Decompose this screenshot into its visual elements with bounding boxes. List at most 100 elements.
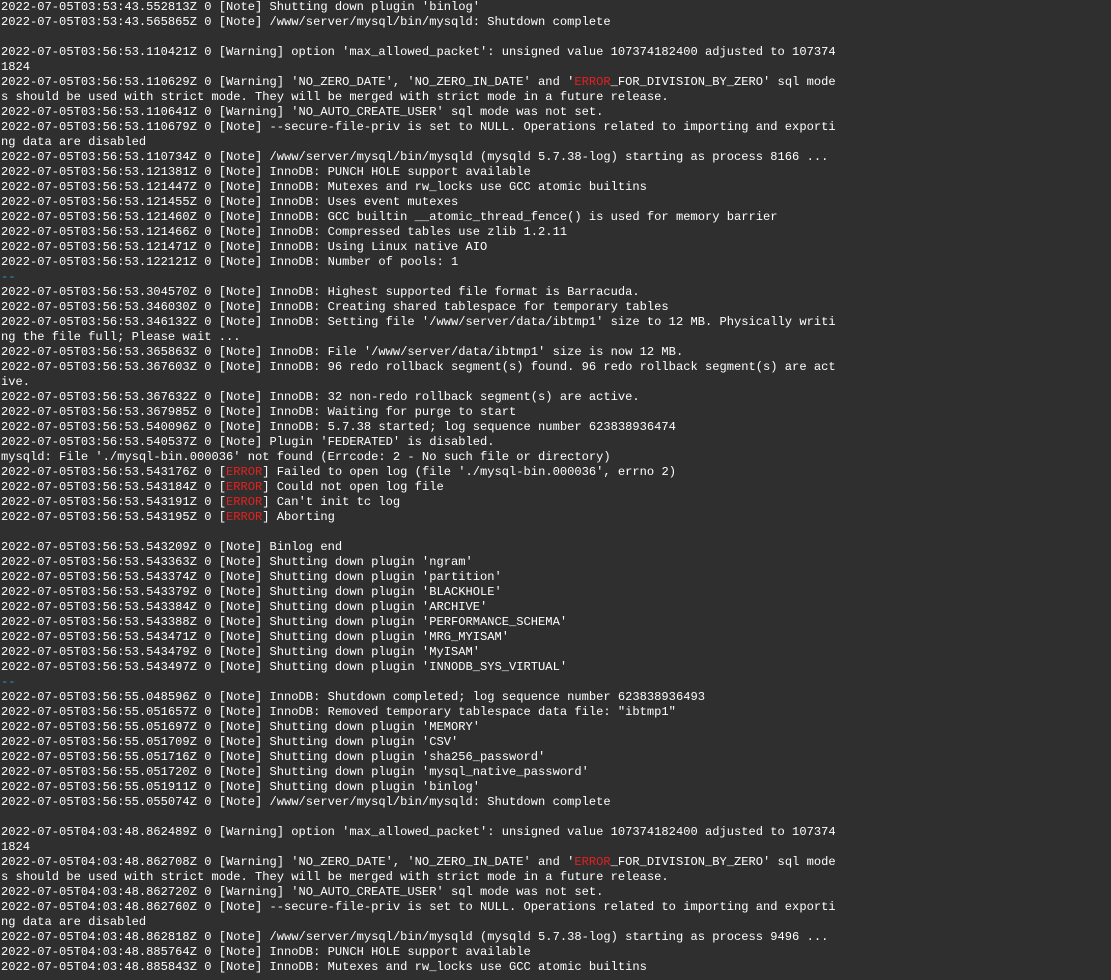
log-line: 2022-07-05T03:53:43.565865Z 0 [Note] /ww… [0,15,1111,30]
log-line: 2022-07-05T03:56:55.051720Z 0 [Note] Shu… [0,765,1111,780]
log-text: 2022-07-05T03:56:55.048596Z 0 [Note] Inn… [1,690,705,704]
log-line: 2022-07-05T03:56:53.121455Z 0 [Note] Inn… [0,195,1111,210]
log-line: 2022-07-05T03:56:53.121466Z 0 [Note] Inn… [0,225,1111,240]
log-line: 2022-07-05T03:56:53.543388Z 0 [Note] Shu… [0,615,1111,630]
log-text: 2022-07-05T03:56:53.543384Z 0 [Note] Shu… [1,600,488,614]
log-text: ng the file full; Please wait ... [1,330,241,344]
log-line: ng the file full; Please wait ... [0,330,1111,345]
log-line: 2022-07-05T03:56:55.051697Z 0 [Note] Shu… [0,720,1111,735]
log-line: 2022-07-05T04:03:48.862489Z 0 [Warning] … [0,825,1111,840]
log-line: 2022-07-05T03:56:53.121460Z 0 [Note] Inn… [0,210,1111,225]
log-line: 2022-07-05T03:56:55.048596Z 0 [Note] Inn… [0,690,1111,705]
log-line: 2022-07-05T03:56:53.543195Z 0 [ERROR] Ab… [0,510,1111,525]
log-text: 2022-07-05T03:56:53.540096Z 0 [Note] Inn… [1,420,676,434]
log-text: _FOR_DIVISION_BY_ZERO' sql mode [610,75,836,89]
log-line: 2022-07-05T04:03:48.885843Z 0 [Note] Inn… [0,960,1111,975]
error-keyword: ERROR [225,510,263,524]
log-line: 2022-07-05T03:56:53.543374Z 0 [Note] Shu… [0,570,1111,585]
error-keyword: ERROR [574,855,611,869]
log-text: 2022-07-05T03:56:55.055074Z 0 [Note] /ww… [1,795,611,809]
log-text: 2022-07-05T03:56:53.121447Z 0 [Note] Inn… [1,180,647,194]
log-text: 2022-07-05T03:56:53.543195Z 0 [ [1,510,226,524]
log-line: 2022-07-05T03:56:53.346030Z 0 [Note] Inn… [0,300,1111,315]
log-line: s should be used with strict mode. They … [0,870,1111,885]
log-line: 1824 [0,60,1111,75]
log-text: 2022-07-05T03:56:53.543497Z 0 [Note] Shu… [1,660,568,674]
log-text: ] Could not open log file [262,480,444,494]
log-text: 2022-07-05T03:56:53.346132Z 0 [Note] Inn… [1,315,836,329]
log-text: ng data are disabled [1,915,147,929]
log-text: 2022-07-05T03:56:53.304570Z 0 [Note] Inn… [1,285,640,299]
log-text: 2022-07-05T03:56:53.543374Z 0 [Note] Shu… [1,570,502,584]
log-text: 2022-07-05T03:56:53.121455Z 0 [Note] Inn… [1,195,459,209]
log-text: 2022-07-05T04:03:48.862760Z 0 [Note] --s… [1,900,836,914]
log-line: 2022-07-05T03:56:53.543471Z 0 [Note] Shu… [0,630,1111,645]
log-text: 1824 [1,840,31,854]
log-line: 2022-07-05T03:56:53.346132Z 0 [Note] Inn… [0,315,1111,330]
log-text: 2022-07-05T04:03:48.862818Z 0 [Note] /ww… [1,930,829,944]
log-text: 2022-07-05T03:56:53.110734Z 0 [Note] /ww… [1,150,829,164]
log-text: 2022-07-05T03:56:53.121471Z 0 [Note] Inn… [1,240,488,254]
log-line: -- [0,675,1111,690]
log-text: 2022-07-05T03:56:55.051709Z 0 [Note] Shu… [1,735,459,749]
log-line: 2022-07-05T03:56:53.110421Z 0 [Warning] … [0,45,1111,60]
log-text: 2022-07-05T03:53:43.552813Z 0 [Note] Shu… [1,0,480,14]
log-line: 2022-07-05T04:03:48.862760Z 0 [Note] --s… [0,900,1111,915]
log-line: 2022-07-05T03:56:55.051657Z 0 [Note] Inn… [0,705,1111,720]
log-text: 2022-07-05T03:56:53.367632Z 0 [Note] Inn… [1,390,640,404]
log-line: 2022-07-05T03:56:55.051911Z 0 [Note] Shu… [0,780,1111,795]
log-line: 2022-07-05T03:56:53.122121Z 0 [Note] Inn… [0,255,1111,270]
log-text: 2022-07-05T03:56:53.543479Z 0 [Note] Shu… [1,645,480,659]
log-text: 2022-07-05T03:56:53.121460Z 0 [Note] Inn… [1,210,778,224]
log-text: 2022-07-05T03:56:53.110641Z 0 [Warning] … [1,105,604,119]
log-text: ng data are disabled [1,135,147,149]
log-text: 2022-07-05T03:53:43.565865Z 0 [Note] /ww… [1,15,611,29]
log-line: 2022-07-05T03:56:53.543209Z 0 [Note] Bin… [0,540,1111,555]
log-line: 2022-07-05T03:56:53.540537Z 0 [Note] Plu… [0,435,1111,450]
log-line: 2022-07-05T03:56:53.110679Z 0 [Note] --s… [0,120,1111,135]
log-text: 2022-07-05T03:56:53.543363Z 0 [Note] Shu… [1,555,473,569]
log-text: mysqld: File './mysql-bin.000036' not fo… [1,450,611,464]
log-text: 2022-07-05T04:03:48.862708Z 0 [Warning] … [1,855,575,869]
log-text: 2022-07-05T03:56:53.121381Z 0 [Note] Inn… [1,165,531,179]
log-text: s should be used with strict mode. They … [1,870,669,884]
log-separator: -- [1,675,16,689]
log-text: 2022-07-05T03:56:53.110629Z 0 [Warning] … [1,75,575,89]
log-text: 2022-07-05T03:56:53.543176Z 0 [ [1,465,226,479]
log-line: 2022-07-05T03:56:53.121471Z 0 [Note] Inn… [0,240,1111,255]
log-text: 2022-07-05T03:56:55.051657Z 0 [Note] Inn… [1,705,676,719]
log-text: 2022-07-05T03:56:53.367603Z 0 [Note] Inn… [1,360,836,374]
log-text: 1824 [1,60,31,74]
log-text: 2022-07-05T03:56:53.543471Z 0 [Note] Shu… [1,630,510,644]
log-line: 2022-07-05T03:56:53.543184Z 0 [ERROR] Co… [0,480,1111,495]
log-text: 2022-07-05T03:56:55.051720Z 0 [Note] Shu… [1,765,589,779]
log-line: 2022-07-05T03:56:53.543497Z 0 [Note] Shu… [0,660,1111,675]
log-line: ive. [0,375,1111,390]
log-line: 2022-07-05T03:56:53.367985Z 0 [Note] Inn… [0,405,1111,420]
log-text: 2022-07-05T03:56:53.543388Z 0 [Note] Shu… [1,615,568,629]
log-line: 2022-07-05T03:56:53.540096Z 0 [Note] Inn… [0,420,1111,435]
error-keyword: ERROR [225,495,263,509]
log-text: 2022-07-05T03:56:53.543184Z 0 [ [1,480,226,494]
log-text: s should be used with strict mode. They … [1,90,669,104]
log-line: 2022-07-05T04:03:48.862708Z 0 [Warning] … [0,855,1111,870]
log-line: 2022-07-05T03:56:55.051716Z 0 [Note] Shu… [0,750,1111,765]
log-text: 2022-07-05T03:56:53.543379Z 0 [Note] Shu… [1,585,502,599]
log-line: 2022-07-05T03:56:55.051709Z 0 [Note] Shu… [0,735,1111,750]
log-line: -- [0,270,1111,285]
log-text: 2022-07-05T03:56:53.110679Z 0 [Note] --s… [1,120,836,134]
log-line: 2022-07-05T04:03:48.862818Z 0 [Note] /ww… [0,930,1111,945]
log-text: 2022-07-05T03:56:55.051716Z 0 [Note] Shu… [1,750,546,764]
log-text: 2022-07-05T03:56:53.367985Z 0 [Note] Inn… [1,405,517,419]
log-line: 2022-07-05T03:53:43.552813Z 0 [Note] Shu… [0,0,1111,15]
log-line: 2022-07-05T03:56:53.543479Z 0 [Note] Shu… [0,645,1111,660]
terminal-log-view[interactable]: 2022-07-05T03:53:43.552813Z 0 [Note] Shu… [0,0,1111,980]
log-text: 2022-07-05T04:03:48.862720Z 0 [Warning] … [1,885,604,899]
log-text: 2022-07-05T03:56:53.365863Z 0 [Note] Inn… [1,345,684,359]
log-text: ive. [1,375,31,389]
log-line: 2022-07-05T04:03:48.862720Z 0 [Warning] … [0,885,1111,900]
log-line: 2022-07-05T03:56:53.110641Z 0 [Warning] … [0,105,1111,120]
